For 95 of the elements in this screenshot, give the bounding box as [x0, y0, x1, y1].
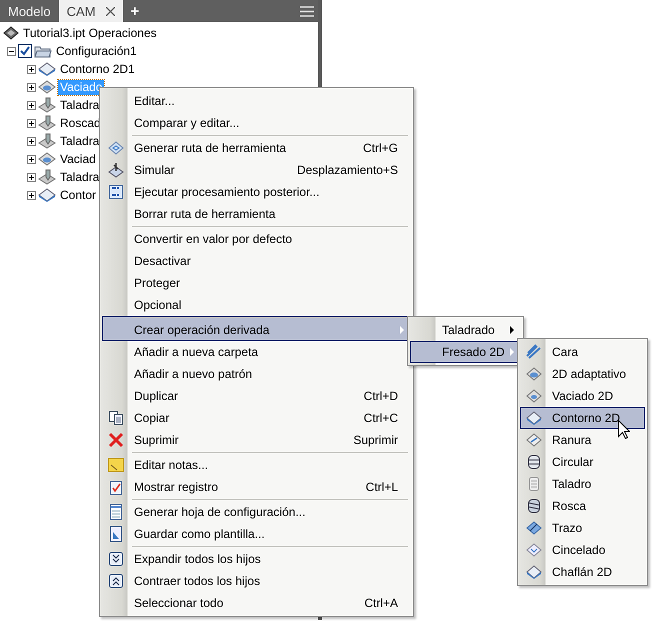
expand-all-icon	[108, 551, 124, 567]
cylinder-icon	[526, 454, 542, 470]
menu-item[interactable]: Suprimir Suprimir	[102, 429, 411, 451]
tree-item[interactable]: Configuración1	[54, 44, 139, 58]
contour-icon	[38, 187, 56, 203]
checkbox[interactable]	[18, 44, 32, 58]
expand-icon[interactable]	[27, 136, 36, 146]
chamfer-icon	[526, 564, 542, 580]
shortcut-label: Desplazamiento+S	[296, 163, 398, 177]
expand-icon[interactable]	[27, 82, 36, 92]
menu-item[interactable]: Opcional	[102, 294, 411, 316]
tree-item[interactable]: Taladra	[58, 98, 102, 112]
pocket-icon	[526, 388, 542, 404]
tree-item[interactable]: Taladra	[58, 170, 102, 184]
menu-item[interactable]: Ejecutar procesamiento posterior...	[102, 181, 411, 203]
submenu-arrow-icon	[510, 348, 514, 356]
copy-icon	[108, 410, 124, 426]
drill-icon	[38, 115, 56, 131]
pocket-icon	[38, 79, 56, 95]
toolpath-icon	[108, 140, 124, 156]
mouse-cursor-icon	[618, 420, 630, 439]
menu-item[interactable]: Cara	[520, 341, 645, 363]
expand-icon[interactable]	[27, 154, 36, 164]
collapse-icon[interactable]	[7, 46, 16, 56]
drill-icon	[38, 97, 56, 113]
menu-item[interactable]: Ranura	[520, 429, 645, 451]
menu-item[interactable]: Desactivar	[102, 250, 411, 272]
pocket-icon	[38, 151, 56, 167]
folder-icon	[34, 44, 52, 58]
tree-item[interactable]: Taladra	[58, 134, 102, 148]
template-icon	[108, 526, 124, 542]
menu-item[interactable]: Borrar ruta de herramienta	[102, 203, 411, 225]
part-icon	[3, 25, 19, 41]
expand-icon[interactable]	[27, 100, 36, 110]
collapse-all-icon	[108, 573, 124, 589]
menu-item[interactable]: 2D adaptativo	[520, 363, 645, 385]
shortcut-label: Suprimir	[353, 433, 398, 447]
tree-item[interactable]: Tutorial3.ipt Operaciones	[21, 26, 159, 40]
close-icon[interactable]	[106, 6, 115, 16]
note-icon	[108, 457, 124, 473]
add-tab-button[interactable]: +	[122, 0, 148, 22]
shortcut-label: Ctrl+A	[364, 596, 398, 610]
menu-item[interactable]: Editar...	[102, 90, 411, 112]
menu-item[interactable]: Cincelado	[520, 539, 645, 561]
menu-item[interactable]: Comparar y editar...	[102, 112, 411, 134]
expand-icon[interactable]	[27, 64, 36, 74]
contour-icon	[38, 61, 56, 77]
menu-item[interactable]: Circular	[520, 451, 645, 473]
clipboard-icon	[108, 479, 124, 495]
tree-item[interactable]: Contor	[58, 188, 98, 202]
tree-item[interactable]: Contorno 2D1	[58, 62, 137, 76]
expand-icon[interactable]	[27, 172, 36, 182]
shortcut-label: Ctrl+C	[364, 411, 398, 425]
thread-icon	[526, 498, 542, 514]
shortcut-label: Ctrl+L	[366, 480, 398, 494]
sheet-icon	[108, 504, 124, 520]
shortcut-label: Ctrl+G	[362, 141, 398, 155]
menu-item[interactable]: Chaflán 2D	[520, 561, 645, 583]
tree-item[interactable]: Vaciad	[58, 152, 98, 166]
menu-item[interactable]: Duplicar Ctrl+D	[102, 385, 411, 407]
trace-icon	[526, 520, 542, 536]
menu-item[interactable]: Simular Desplazamiento+S	[102, 159, 411, 181]
menu-item[interactable]: Añadir a nueva carpeta	[102, 341, 411, 363]
menu-item[interactable]: Taladrado	[410, 319, 521, 341]
layers-icon	[526, 344, 542, 360]
menu-item[interactable]: Taladro	[520, 473, 645, 495]
submenu-arrow-icon	[510, 326, 514, 334]
contour-icon	[526, 410, 542, 426]
menu-item[interactable]: Mostrar registro Ctrl+L	[102, 476, 411, 498]
menu-item[interactable]: Trazo	[520, 517, 645, 539]
menu-item[interactable]: Seleccionar todo Ctrl+A	[102, 592, 411, 614]
shortcut-label: Ctrl+D	[364, 389, 398, 403]
drill-icon	[38, 133, 56, 149]
menu-item[interactable]: Rosca	[520, 495, 645, 517]
pocket-icon	[526, 366, 542, 382]
menu-item[interactable]: Proteger	[102, 272, 411, 294]
menu-item[interactable]: Vaciado 2D	[520, 385, 645, 407]
menu-item[interactable]: Guardar como plantilla...	[102, 523, 411, 545]
menu-item[interactable]: Añadir a nuevo patrón	[102, 363, 411, 385]
engrave-icon	[526, 542, 542, 558]
tab[interactable]: CAM	[58, 0, 123, 22]
cylinder-icon	[526, 476, 542, 492]
menu-item[interactable]: Contraer todos los hijos	[102, 570, 411, 592]
post-process-icon	[108, 184, 124, 200]
expand-icon[interactable]	[27, 118, 36, 128]
tab[interactable]: Modelo	[0, 0, 59, 22]
menu-item[interactable]: Contorno 2D	[520, 407, 645, 429]
drill-icon	[38, 169, 56, 185]
delete-icon	[108, 432, 124, 448]
menu-icon[interactable]	[300, 6, 314, 16]
submenu-arrow-icon	[400, 326, 404, 334]
menu-item[interactable]: Copiar Ctrl+C	[102, 407, 411, 429]
expand-icon[interactable]	[27, 190, 36, 200]
slot-icon	[526, 432, 542, 448]
simulate-icon	[108, 162, 124, 178]
